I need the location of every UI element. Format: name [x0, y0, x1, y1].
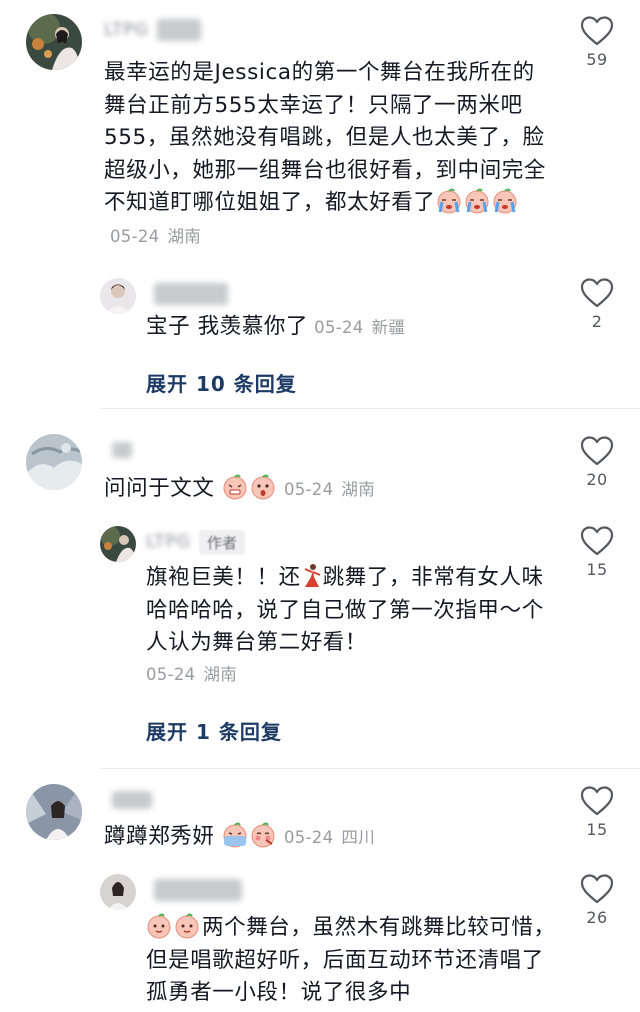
- comment-text: 蹲蹲郑秀妍 05-24 四川: [104, 821, 556, 855]
- like-button[interactable]: 59: [577, 16, 617, 69]
- comment-location: 湖南: [167, 226, 202, 246]
- reply-like-button[interactable]: 2: [577, 278, 617, 331]
- comment-item: 蹲蹲郑秀妍 05-24 四川 15 两个舞台，虽然木有跳舞比较可惜，但是唱歌超好听…: [0, 770, 640, 1012]
- heart-icon[interactable]: [580, 526, 614, 556]
- like-count: 59: [586, 50, 608, 69]
- reply-date: 05-24: [314, 318, 364, 337]
- reply-location: 湖南: [203, 664, 238, 684]
- like-button[interactable]: 20: [577, 436, 617, 489]
- reply-username[interactable]: [146, 282, 228, 306]
- crying-face-emoji: [464, 188, 490, 214]
- reply-body: 宝子 我羡慕你了: [146, 314, 309, 339]
- username[interactable]: [104, 788, 152, 812]
- heart-icon[interactable]: [580, 874, 614, 904]
- redacted-name-block: [112, 791, 152, 809]
- comment-meta: 05-24 湖南: [284, 480, 375, 499]
- reply-avatar[interactable]: [100, 526, 136, 562]
- redacted-name-block: [112, 442, 132, 458]
- heart-icon[interactable]: [580, 436, 614, 466]
- reply-like-count: 26: [586, 908, 608, 927]
- reply-like-count: 15: [586, 560, 608, 579]
- reply-like-button[interactable]: 26: [577, 874, 617, 927]
- reply-like-button[interactable]: 15: [577, 526, 617, 579]
- redacted-name-block: [154, 879, 242, 901]
- reply-text: 两个舞台，虽然木有跳舞比较可惜，但是唱歌超好听，后面互动环节还清唱了孤勇者一小段…: [146, 912, 556, 1010]
- shocked-face-emoji: [250, 474, 276, 500]
- comment-text: 问问于文文 05-24 湖南: [104, 473, 556, 507]
- reply-text: 宝子 我羡慕你了 05-24 新疆: [146, 311, 556, 345]
- like-count: 15: [586, 820, 608, 839]
- expand-replies-link[interactable]: 展开 10 条回复: [146, 368, 297, 397]
- username[interactable]: [104, 438, 132, 462]
- redacted-name-block: [156, 19, 201, 41]
- comment-date: 05-24: [283, 828, 334, 847]
- like-count: 20: [586, 470, 608, 489]
- crying-face-emoji: [492, 188, 518, 214]
- reply-text: 旗袍巨美！！还 跳舞了，非常有女人味哈哈哈哈，说了自己做了第一次指甲～个人认为舞…: [146, 562, 556, 688]
- reply-body-part1: 旗袍巨美！！还: [146, 565, 301, 590]
- cold-sweat-face-emoji: [222, 822, 248, 848]
- avatar[interactable]: [26, 784, 82, 840]
- reply-avatar[interactable]: [100, 278, 136, 314]
- grimace-face-emoji: [222, 474, 248, 500]
- reply-username[interactable]: LTPG 作者: [146, 529, 245, 555]
- comment-date: 05-24: [283, 480, 334, 499]
- reply-avatar[interactable]: [100, 874, 136, 910]
- avatar[interactable]: [26, 434, 82, 490]
- comment-meta: 05-24 湖南: [110, 227, 201, 246]
- heart-icon[interactable]: [580, 786, 614, 816]
- comment-meta: 05-24 四川: [284, 828, 375, 847]
- peach-face-emoji: [174, 913, 200, 939]
- comment-body: 问问于文文: [104, 476, 215, 501]
- shy-face-emoji: [250, 822, 276, 848]
- comment-location: 湖南: [341, 480, 376, 499]
- reply-date: 05-24: [146, 664, 196, 684]
- reply-location: 新疆: [371, 318, 406, 337]
- username-text[interactable]: LTPG: [104, 20, 149, 40]
- heart-icon[interactable]: [580, 278, 614, 308]
- author-badge: 作者: [198, 529, 245, 555]
- comment-date: 05-24: [110, 226, 160, 246]
- comment-location: 四川: [341, 828, 376, 847]
- crying-face-emoji: [436, 188, 462, 214]
- comment-item: LTPG 最幸运的是Jessica的第一个舞台在我所在的舞台正前方555太幸运了…: [0, 0, 640, 410]
- avatar[interactable]: [26, 14, 82, 70]
- comment-divider: [100, 408, 640, 409]
- heart-icon[interactable]: [580, 16, 614, 46]
- reply-body: 两个舞台，虽然木有跳舞比较可惜，但是唱歌超好听，后面互动环节还清唱了孤勇者一小段…: [146, 915, 556, 1005]
- reply-username[interactable]: [146, 878, 242, 902]
- reply-meta: 05-24 湖南: [146, 662, 556, 688]
- comment-text: 最幸运的是Jessica的第一个舞台在我所在的舞台正前方555太幸运了！只隔了一…: [104, 57, 556, 253]
- redacted-name-block: [154, 283, 228, 305]
- comment-divider: [100, 768, 640, 769]
- peach-face-emoji: [146, 913, 172, 939]
- username[interactable]: LTPG: [104, 18, 201, 42]
- expand-replies-link[interactable]: 展开 1 条回复: [146, 716, 282, 745]
- reply-meta: 05-24 新疆: [314, 318, 405, 337]
- comment-item: 问问于文文 05-24 湖南 20 LTPG 作者 旗袍巨美！！还 跳舞了，非常有…: [0, 410, 640, 770]
- reply-like-count: 2: [591, 312, 603, 331]
- reply-username-text[interactable]: LTPG: [146, 532, 191, 552]
- dancer-icon: [301, 563, 323, 589]
- like-button[interactable]: 15: [577, 786, 617, 839]
- comment-body: 蹲蹲郑秀妍: [104, 824, 215, 849]
